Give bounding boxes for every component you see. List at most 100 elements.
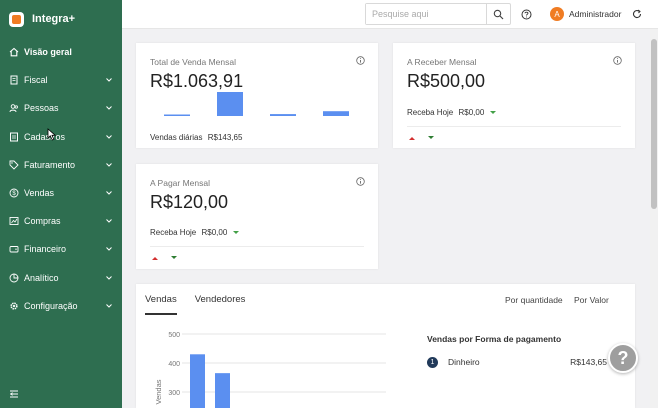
- sidebar-item-label: Financeiro: [24, 244, 67, 255]
- sidebar-item-pessoas[interactable]: Pessoas: [0, 94, 122, 122]
- sidebar-item-fiscal[interactable]: Fiscal: [0, 66, 122, 94]
- document-icon: [9, 75, 19, 85]
- info-icon[interactable]: [356, 56, 365, 65]
- user-menu[interactable]: A Administrador: [550, 7, 621, 21]
- brand-name: Integra+: [32, 13, 76, 25]
- sidebar-item-label: Visão geral: [24, 47, 72, 58]
- refresh-icon[interactable]: [632, 9, 642, 19]
- money-icon: $: [9, 188, 19, 198]
- page-scrollbar[interactable]: [650, 29, 658, 408]
- trend-up-icon: [152, 257, 158, 260]
- card-title: Total de Venda Mensal: [150, 57, 237, 67]
- chevron-down-icon: [106, 219, 112, 223]
- sidebar-item-configuracao[interactable]: Configuração: [0, 292, 122, 320]
- chevron-down-icon: [106, 106, 112, 111]
- pay-today-value: R$0,00: [201, 228, 228, 237]
- mini-bar: [323, 111, 349, 116]
- home-icon: [9, 47, 19, 57]
- pay-today-label: Receba Hoje: [150, 228, 197, 237]
- mini-bar: [164, 114, 190, 116]
- card-total-venda-mensal: Total de Venda Mensal R$1.063,91 Vendas …: [136, 43, 378, 148]
- help-icon[interactable]: [521, 9, 532, 20]
- pay-today: Receba Hoje R$0,00: [150, 228, 239, 237]
- brand-logo: [9, 11, 24, 27]
- wallet-icon: [9, 244, 19, 254]
- card-a-pagar-mensal: A Pagar Mensal R$120,00 Receba Hoje R$0,…: [136, 164, 378, 269]
- people-icon: [9, 103, 19, 113]
- toggle-por-valor[interactable]: Por Valor: [574, 295, 609, 305]
- chevron-down-icon: [106, 247, 112, 252]
- register-icon: [9, 132, 19, 142]
- sidebar-item-analitico[interactable]: Analítico: [0, 264, 122, 292]
- sidebar-item-vendas[interactable]: $ Vendas: [0, 179, 122, 207]
- search-button[interactable]: [486, 4, 510, 24]
- daily-sales: Vendas diárias R$143,65: [150, 133, 242, 142]
- brand[interactable]: Integra+: [9, 9, 75, 29]
- chevron-down-icon: [106, 191, 112, 195]
- info-icon[interactable]: [356, 177, 365, 186]
- trend-up-icon: [409, 137, 415, 140]
- y-tick-label: 500: [168, 332, 180, 339]
- payment-methods-title: Vendas por Forma de pagamento: [427, 334, 562, 344]
- search-box: [365, 3, 511, 25]
- daily-sales-minichart: [164, 92, 349, 116]
- sales-bar-chart: 500 400 300 Vendas: [154, 332, 386, 408]
- toggle-por-quantidade[interactable]: Por quantidade: [505, 295, 563, 305]
- sidebar-item-cadastros[interactable]: Cadastros: [0, 123, 122, 151]
- search-input[interactable]: [366, 4, 486, 24]
- user-name: Administrador: [569, 9, 622, 19]
- daily-sales-label: Vendas diárias: [150, 133, 203, 142]
- tab-vendas[interactable]: Vendas: [145, 294, 177, 315]
- chevron-down-icon: [106, 303, 112, 308]
- sales-tabs: Vendas Vendedores: [145, 294, 263, 315]
- sales-bar: [190, 354, 205, 408]
- collapse-menu-icon[interactable]: [9, 389, 19, 399]
- trend-down-icon: [428, 136, 434, 139]
- sidebar-item-visao-geral[interactable]: Visão geral: [0, 38, 122, 66]
- chevron-down-icon: [106, 162, 112, 167]
- card-value: R$1.063,91: [150, 71, 244, 91]
- sidebar: Integra+ Visão geral Fiscal Pessoas Cada…: [0, 0, 122, 408]
- mini-bar: [217, 92, 243, 116]
- card-value: R$500,00: [407, 71, 486, 91]
- sidebar-item-label: Faturamento: [24, 159, 76, 170]
- receive-today: Receba Hoje R$0,00: [407, 108, 496, 117]
- sales-panel: Vendas Vendedores Por quantidade Por Val…: [136, 284, 635, 408]
- sidebar-item-label: Configuração: [24, 300, 78, 311]
- y-tick-label: 400: [168, 361, 180, 368]
- analytics-icon: [9, 273, 19, 283]
- sidebar-item-financeiro[interactable]: Financeiro: [0, 235, 122, 263]
- payment-value: R$143,65: [570, 357, 607, 367]
- daily-sales-value: R$143,65: [207, 133, 243, 142]
- mouse-cursor-icon: [47, 128, 57, 141]
- sidebar-item-label: Analítico: [24, 272, 59, 283]
- mini-bar: [270, 114, 296, 116]
- payment-method-item: 1 Dinheiro R$143,65: [427, 355, 607, 369]
- tag-icon: [9, 160, 19, 170]
- gear-icon: [9, 301, 19, 311]
- sidebar-item-label: Cadastros: [24, 131, 66, 142]
- sidebar-nav: Visão geral Fiscal Pessoas Cadastros Fat…: [0, 38, 122, 320]
- sidebar-item-label: Fiscal: [24, 75, 48, 86]
- sidebar-item-compras[interactable]: Compras: [0, 207, 122, 235]
- sidebar-item-label: Vendas: [24, 188, 55, 199]
- top-bar: A Administrador: [122, 0, 658, 29]
- sidebar-item-faturamento[interactable]: Faturamento: [0, 151, 122, 179]
- help-button[interactable]: ?: [608, 343, 638, 373]
- chart-icon: [9, 216, 19, 226]
- info-icon[interactable]: [613, 56, 622, 65]
- chevron-down-icon: [106, 78, 112, 82]
- card-a-receber-mensal: A Receber Mensal R$500,00 Receba Hoje R$…: [393, 43, 635, 148]
- tab-vendedores[interactable]: Vendedores: [195, 294, 246, 315]
- chevron-down-icon: [106, 134, 112, 139]
- sidebar-item-label: Pessoas: [24, 103, 59, 114]
- scrollbar-thumb[interactable]: [651, 39, 657, 209]
- sidebar-item-label: Compras: [24, 216, 61, 227]
- sales-bar: [215, 373, 230, 408]
- payment-name: Dinheiro: [448, 357, 480, 367]
- caret-down-icon[interactable]: [489, 111, 496, 115]
- payment-rank: 1: [427, 356, 438, 368]
- caret-down-icon[interactable]: [232, 231, 239, 235]
- receive-today-label: Receba Hoje: [407, 108, 454, 117]
- trend-down-icon: [171, 256, 177, 259]
